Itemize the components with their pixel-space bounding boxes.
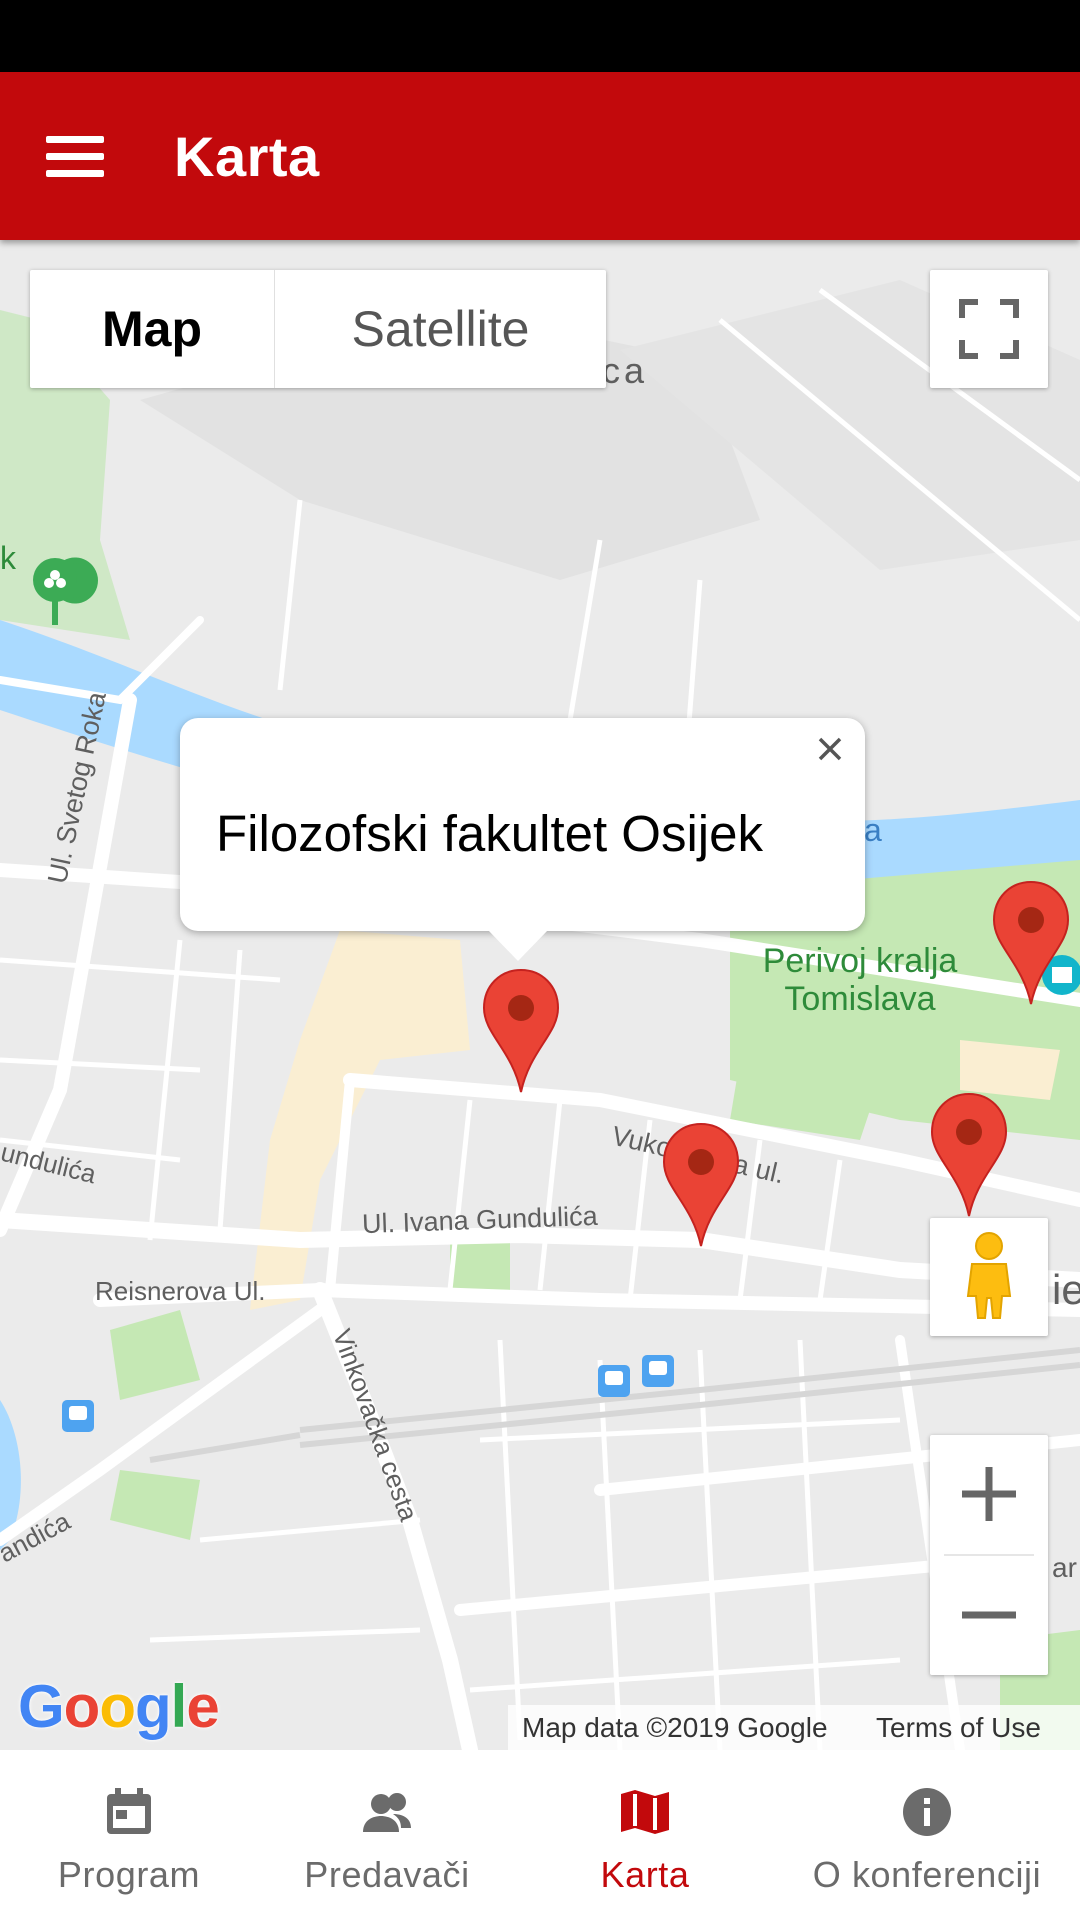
menu-icon[interactable] [36,122,116,192]
status-bar [0,0,1080,72]
map-marker-icon[interactable] [992,880,1070,1006]
map-marker-icon[interactable] [482,968,560,1094]
nav-item-program[interactable]: Program [0,1750,258,1920]
map-type-satellite-button[interactable]: Satellite [275,270,606,388]
park-label: Perivoj kralja Tomislava [762,942,958,1018]
app-bar: Karta [0,72,1080,240]
info-window-title: Filozofski fakultet Osijek [216,805,764,862]
map-attribution: Map data ©2019 Google Terms of Use [508,1705,1080,1750]
pegman-icon [966,1232,1012,1319]
zoom-control [930,1435,1048,1675]
people-icon [363,1793,411,1832]
bottom-navigation: Program Predavači Karta O konferenciji [0,1750,1080,1920]
nav-item-predavaci[interactable]: Predavači [258,1750,516,1920]
nav-item-karta[interactable]: Karta [516,1750,774,1920]
close-icon[interactable] [807,726,853,772]
map-label-fragment: ar [1052,1552,1077,1583]
map-label-fragment: ca [602,350,649,391]
page-title: Karta [174,125,320,188]
terms-of-use-link[interactable]: Terms of Use [862,1712,1041,1744]
info-window: Filozofski fakultet Osijek [180,718,865,961]
fullscreen-button[interactable] [930,270,1048,388]
map-type-map-button[interactable]: Map [30,270,275,388]
zoom-in-icon[interactable] [930,1435,1048,1554]
info-icon [903,1788,951,1836]
map-icon [621,1790,669,1834]
map-marker-icon[interactable] [662,1122,740,1248]
map-marker-icon[interactable] [930,1092,1008,1218]
street-label: Reisnerova Ul. [95,1276,266,1306]
map-label-fragment: ie [1052,1266,1080,1313]
map-label-fragment: a [864,812,882,848]
nav-label: Karta [600,1854,690,1895]
fullscreen-icon [959,299,1019,359]
street-view-button[interactable] [930,1218,1048,1336]
zoom-out-icon[interactable] [930,1556,1048,1675]
map-type-control: Map Satellite [30,270,606,388]
nav-label: O konferenciji [812,1854,1042,1895]
nav-label: Predavači [304,1854,470,1895]
google-logo: Google [18,1673,220,1740]
map-label-fragment: k [0,540,16,576]
nav-item-o-konferenciji[interactable]: O konferenciji [774,1750,1080,1920]
map-data-text: Map data ©2019 Google [522,1711,828,1743]
map-view[interactable]: Ul. Svetog Roka undulića Ul. Ivana Gundu… [0,240,1080,1750]
nav-label: Program [57,1854,201,1895]
calendar-icon [107,1788,151,1834]
